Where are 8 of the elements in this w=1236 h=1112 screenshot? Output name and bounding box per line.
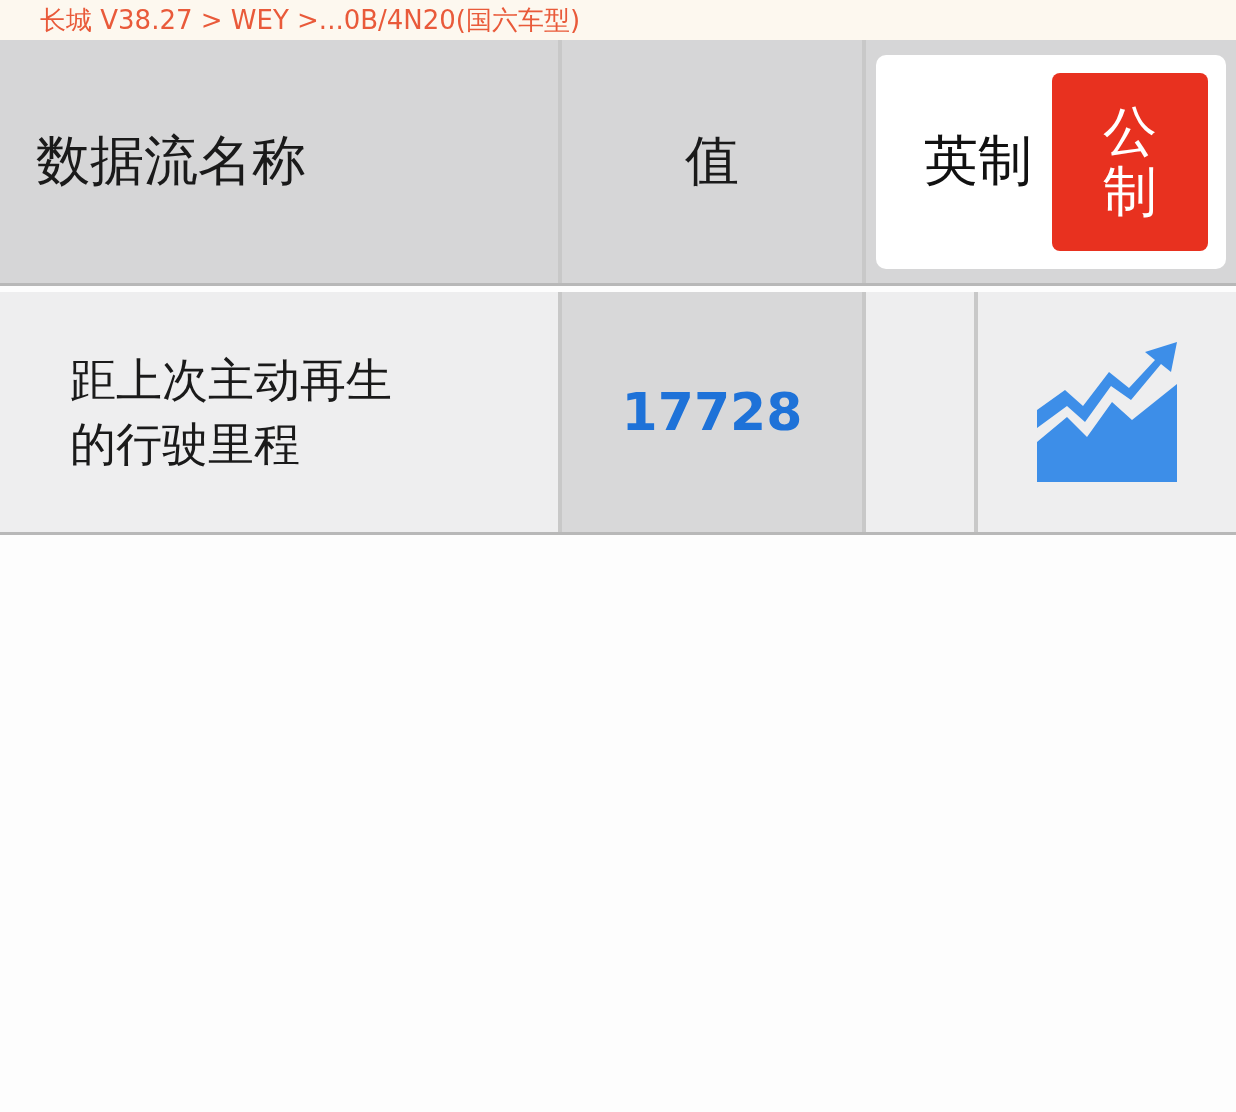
column-header: 值 xyxy=(685,128,739,194)
unit-option[interactable]: 英制 xyxy=(924,125,1032,198)
breadcrumb-title: 长城 V38.27 > WEY >...0B/4N20(国六车型) xyxy=(40,3,581,37)
parameter-value: 17728 xyxy=(621,382,803,442)
unit-option[interactable]: 公制 xyxy=(1052,72,1208,251)
trend-chart-icon[interactable] xyxy=(1037,342,1177,482)
parameter-name: 距上次主动再生的行驶里程 xyxy=(70,351,393,473)
column-header: 数据流名称 xyxy=(36,128,306,194)
